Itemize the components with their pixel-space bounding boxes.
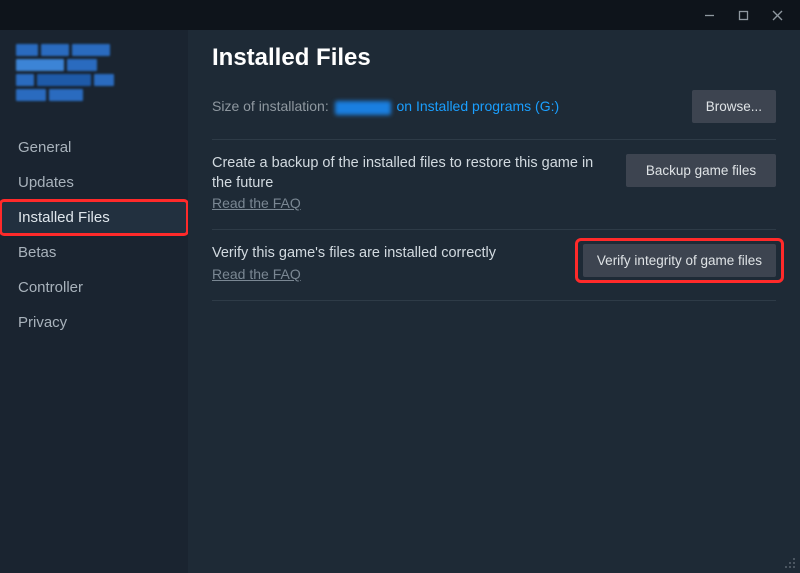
install-drive-link[interactable]: on Installed programs (G:) <box>393 98 560 114</box>
resize-grip-icon <box>782 555 796 569</box>
sidebar-item-controller[interactable]: Controller <box>0 270 188 305</box>
backup-section: Create a backup of the installed files t… <box>212 140 776 230</box>
close-icon <box>772 10 783 21</box>
sidebar: General Updates Installed Files Betas Co… <box>0 30 188 573</box>
resize-grip[interactable] <box>782 555 796 569</box>
app-window: General Updates Installed Files Betas Co… <box>0 0 800 573</box>
backup-faq-link[interactable]: Read the FAQ <box>212 195 301 211</box>
backup-game-files-button[interactable]: Backup game files <box>626 154 776 187</box>
page-title: Installed Files <box>212 44 776 72</box>
verify-text: Verify this game's files are installed c… <box>212 244 569 284</box>
maximize-button[interactable] <box>726 4 760 26</box>
content-panel: Installed Files Size of installation: on… <box>188 30 800 573</box>
sidebar-item-general[interactable]: General <box>0 130 188 165</box>
verify-faq-link[interactable]: Read the FAQ <box>212 266 301 282</box>
sidebar-item-privacy[interactable]: Privacy <box>0 305 188 340</box>
verify-description: Verify this game's files are installed c… <box>212 244 569 264</box>
minimize-icon <box>704 10 715 21</box>
install-size-row: Size of installation: on Installed progr… <box>212 90 776 140</box>
titlebar <box>0 0 800 30</box>
verify-highlight: Verify integrity of game files <box>583 244 776 277</box>
minimize-button[interactable] <box>692 4 726 26</box>
sidebar-item-updates[interactable]: Updates <box>0 165 188 200</box>
sidebar-item-betas[interactable]: Betas <box>0 235 188 270</box>
game-header-image <box>0 34 188 124</box>
verify-section: Verify this game's files are installed c… <box>212 230 776 301</box>
verify-integrity-button[interactable]: Verify integrity of game files <box>583 244 776 277</box>
close-button[interactable] <box>760 4 794 26</box>
blurred-size-value <box>335 101 391 115</box>
window-body: General Updates Installed Files Betas Co… <box>0 30 800 573</box>
blurred-game-logo <box>16 44 146 100</box>
sidebar-nav: General Updates Installed Files Betas Co… <box>0 130 188 340</box>
sidebar-item-installed-files[interactable]: Installed Files <box>0 200 188 235</box>
maximize-icon <box>738 10 749 21</box>
browse-button[interactable]: Browse... <box>692 90 776 123</box>
backup-description: Create a backup of the installed files t… <box>212 154 612 193</box>
backup-text: Create a backup of the installed files t… <box>212 154 612 213</box>
install-size-text: Size of installation: on Installed progr… <box>212 98 559 114</box>
install-size-prefix: Size of installation: <box>212 98 333 114</box>
